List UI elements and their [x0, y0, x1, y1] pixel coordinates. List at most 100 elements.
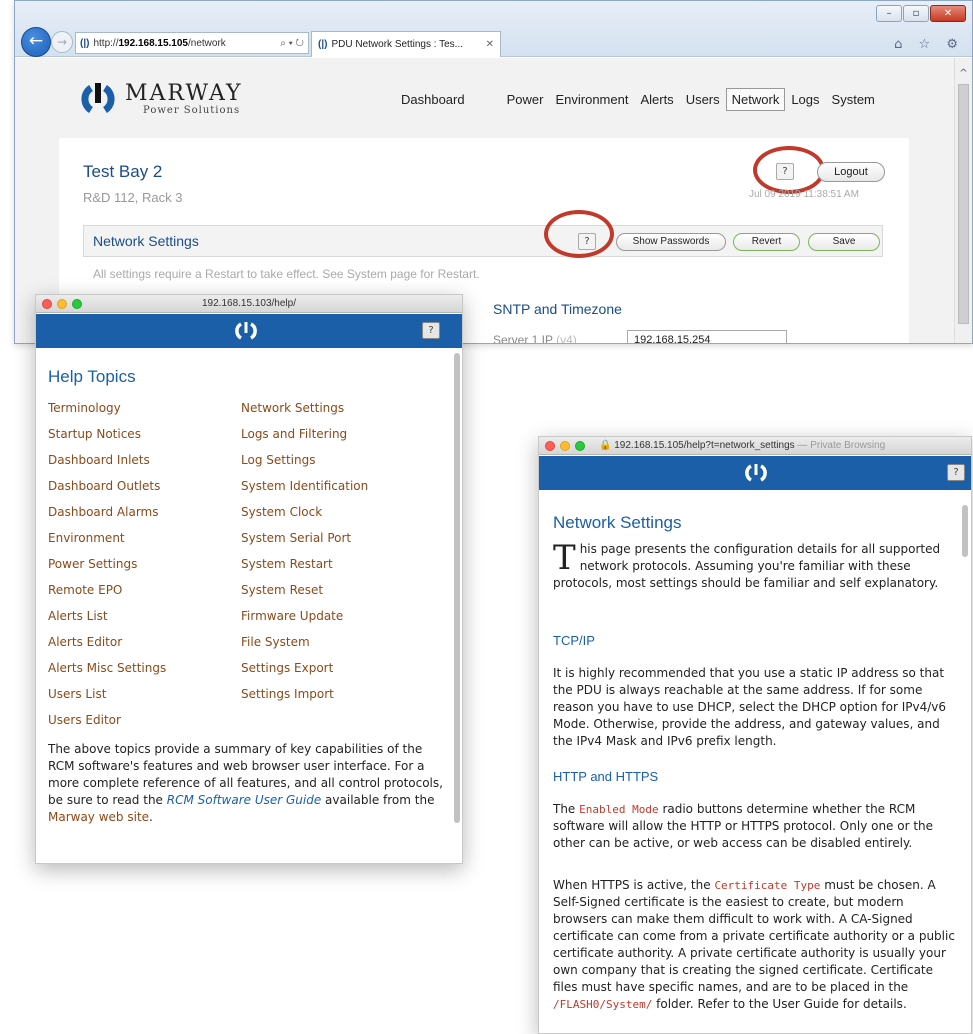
nav-power[interactable]: Power: [501, 88, 550, 111]
topic-network-settings[interactable]: Network Settings: [241, 401, 344, 415]
help-button[interactable]: ?: [776, 163, 794, 180]
summary-text-2: available from the: [321, 793, 435, 807]
topic-users-editor[interactable]: Users Editor: [48, 713, 121, 727]
show-passwords-button[interactable]: Show Passwords: [616, 233, 726, 251]
nav-dashboard[interactable]: Dashboard: [395, 88, 471, 111]
topic-firmware-update[interactable]: Firmware Update: [241, 609, 343, 623]
topic-settings-export[interactable]: Settings Export: [241, 661, 333, 675]
scroll-thumb[interactable]: [958, 84, 969, 324]
topic-file-system[interactable]: File System: [241, 635, 310, 649]
http-p1-text: The: [553, 802, 580, 816]
revert-button[interactable]: Revert: [733, 233, 800, 251]
nav-system[interactable]: System: [826, 88, 881, 111]
help-header-bar: ?: [36, 314, 462, 348]
marway-logo: MARWAY Power Solutions: [79, 80, 243, 118]
close-button[interactable]: ✕: [930, 5, 966, 22]
zoom-dot-icon[interactable]: [575, 441, 585, 451]
topic-settings-import[interactable]: Settings Import: [241, 687, 334, 701]
window-controls: – ▫ ✕: [876, 5, 966, 22]
http-p2-text: When HTTPS is active, the: [553, 878, 715, 892]
logout-button[interactable]: Logout: [817, 162, 885, 182]
intro-paragraph: This page presents the configuration det…: [553, 541, 957, 592]
http-paragraph-2: When HTTPS is active, the Certificate Ty…: [553, 877, 959, 1013]
certificate-type-code: Certificate Type: [714, 879, 821, 892]
browser-tab[interactable]: (|) PDU Network Settings : Tes... ✕: [311, 31, 501, 57]
intro-text: his page presents the configuration deta…: [553, 542, 941, 590]
nav-alerts[interactable]: Alerts: [634, 88, 679, 111]
save-button[interactable]: Save: [808, 233, 880, 251]
zoom-dot-icon[interactable]: [72, 299, 82, 309]
forward-arrow-icon: →: [56, 35, 68, 49]
network-help-url: 192.168.15.105/help?t=network_settings: [614, 440, 795, 451]
logo-name: MARWAY: [125, 80, 243, 106]
enabled-mode-code: Enabled Mode: [579, 803, 659, 816]
marway-site-link[interactable]: Marway web site: [48, 810, 149, 824]
back-arrow-icon: ←: [28, 31, 44, 51]
maximize-button[interactable]: ▫: [903, 5, 929, 22]
close-dot-icon[interactable]: [42, 299, 52, 309]
tcp-ip-paragraph: It is highly recommended that you use a …: [553, 666, 946, 748]
main-nav: Dashboard Power Environment Alerts Users…: [395, 88, 881, 111]
nav-network[interactable]: Network: [725, 88, 786, 111]
toolbar-icons[interactable]: ⌂ ☆ ⚙: [894, 37, 964, 52]
topic-dashboard-inlets[interactable]: Dashboard Inlets: [48, 453, 150, 467]
network-settings-heading: Network Settings: [553, 513, 682, 532]
topic-system-restart[interactable]: System Restart: [241, 557, 333, 571]
topic-alerts-editor[interactable]: Alerts Editor: [48, 635, 122, 649]
help-index-scrollbar[interactable]: [454, 353, 460, 823]
topic-system-clock[interactable]: System Clock: [241, 505, 322, 519]
topic-system-reset[interactable]: System Reset: [241, 583, 323, 597]
window-buttons: [42, 299, 82, 309]
http-https-heading: HTTP and HTTPS: [553, 769, 659, 784]
tab-favicon-icon: (|): [318, 39, 328, 50]
tcp-ip-heading: TCP/IP: [553, 633, 595, 648]
minimize-dot-icon[interactable]: [57, 299, 67, 309]
topic-alerts-list[interactable]: Alerts List: [48, 609, 108, 623]
topic-alerts-misc-settings[interactable]: Alerts Misc Settings: [48, 661, 166, 675]
address-url[interactable]: http://192.168.15.105/network: [93, 38, 276, 49]
sntp-heading: SNTP and Timezone: [493, 301, 622, 317]
forward-button[interactable]: →: [51, 31, 73, 53]
topic-terminology[interactable]: Terminology: [48, 401, 121, 415]
help-index-titlebar: 192.168.15.103/help/: [36, 295, 462, 313]
minimize-button[interactable]: –: [876, 5, 902, 22]
tab-close-icon[interactable]: ✕: [486, 39, 494, 50]
url-path: /network: [188, 37, 226, 49]
section-help-button[interactable]: ?: [578, 233, 596, 250]
restart-note: All settings require a Restart to take e…: [93, 267, 480, 281]
browser-chrome: – ▫ ✕ ← → (|) http://192.168.15.105/netw…: [15, 1, 972, 57]
topic-power-settings[interactable]: Power Settings: [48, 557, 137, 571]
nav-logs[interactable]: Logs: [785, 88, 825, 111]
close-dot-icon[interactable]: [545, 441, 555, 451]
flash-path-code: /FLASH0/System/: [553, 998, 653, 1011]
http-p2-text-3: folder. Refer to the User Guide for deta…: [652, 997, 907, 1011]
address-tools-icon[interactable]: ⌕ ▾ ↻: [280, 38, 304, 49]
url-prefix: http://: [93, 37, 119, 49]
topic-dashboard-outlets[interactable]: Dashboard Outlets: [48, 479, 160, 493]
help-button[interactable]: ?: [422, 322, 440, 339]
topic-system-serial-port[interactable]: System Serial Port: [241, 531, 351, 545]
topic-remote-epo[interactable]: Remote EPO: [48, 583, 122, 597]
nav-users[interactable]: Users: [680, 88, 726, 111]
network-help-titlebar: 🔒 192.168.15.105/help?t=network_settings…: [539, 437, 971, 455]
topic-users-list[interactable]: Users List: [48, 687, 106, 701]
site-header: MARWAY Power Solutions Dashboard Power E…: [59, 58, 954, 126]
back-button[interactable]: ←: [21, 27, 51, 57]
topic-environment[interactable]: Environment: [48, 531, 125, 545]
nav-environment[interactable]: Environment: [549, 88, 634, 111]
page-subtitle: R&D 112, Rack 3: [83, 190, 183, 205]
topic-system-identification[interactable]: System Identification: [241, 479, 368, 493]
user-guide-link[interactable]: RCM Software User Guide: [167, 793, 321, 807]
topic-startup-notices[interactable]: Startup Notices: [48, 427, 141, 441]
network-help-scrollbar[interactable]: [962, 505, 968, 557]
server-1-input[interactable]: 192.168.15.254: [627, 330, 787, 343]
topic-dashboard-alarms[interactable]: Dashboard Alarms: [48, 505, 158, 519]
scroll-up-icon[interactable]: ^: [955, 58, 972, 79]
minimize-dot-icon[interactable]: [560, 441, 570, 451]
topic-log-settings[interactable]: Log Settings: [241, 453, 315, 467]
address-bar[interactable]: (|) http://192.168.15.105/network ⌕ ▾ ↻: [75, 32, 309, 54]
page-scrollbar[interactable]: ^: [954, 58, 972, 343]
help-button[interactable]: ?: [947, 464, 965, 481]
topic-logs-and-filtering[interactable]: Logs and Filtering: [241, 427, 347, 441]
section-header: Network Settings ? Show Passwords Revert…: [83, 225, 883, 257]
